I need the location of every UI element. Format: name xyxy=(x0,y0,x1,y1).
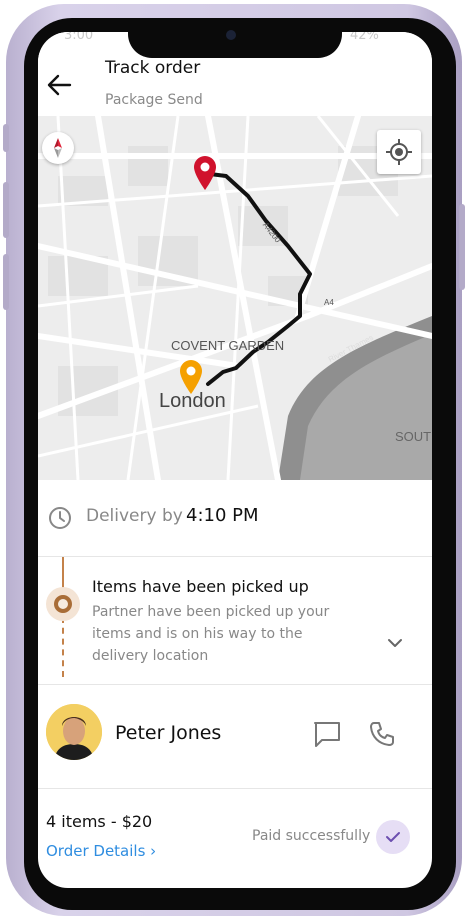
order-items-price: 4 items - $20 xyxy=(46,812,153,831)
delivery-estimate: Delivery by 4:10 PM xyxy=(38,480,432,557)
order-details-link[interactable]: Order Details › xyxy=(46,842,156,860)
compass-icon xyxy=(54,138,62,158)
page-title: Track order xyxy=(105,58,201,78)
edge-label: SOUT xyxy=(395,429,432,444)
volume-down-button xyxy=(3,254,9,310)
tracking-step[interactable]: Items have been picked up Partner have b… xyxy=(38,557,432,685)
clock-icon xyxy=(49,507,71,529)
timeline-dot xyxy=(46,587,80,621)
mute-switch xyxy=(3,124,9,152)
avatar xyxy=(46,704,102,760)
volume-up-button xyxy=(3,182,9,238)
chevron-down-icon[interactable] xyxy=(386,637,404,649)
message-icon[interactable] xyxy=(312,720,342,748)
status-battery: 42% xyxy=(350,32,379,43)
city-label: London xyxy=(159,390,226,412)
timeline-line xyxy=(62,557,64,589)
step-title: Items have been picked up xyxy=(92,577,309,596)
delivery-time: 4:10 PM xyxy=(186,505,259,526)
my-location-icon xyxy=(386,139,412,165)
notch xyxy=(128,18,342,58)
driver-card: Peter Jones xyxy=(38,684,432,789)
status-time: 3:00 xyxy=(64,32,94,43)
screen: 3:00 42% Track order Package Send COVENT… xyxy=(38,32,432,888)
timeline-dashed-line xyxy=(62,617,64,677)
driver-name: Peter Jones xyxy=(115,722,222,744)
road-label-a4: A4 xyxy=(324,298,334,307)
compass-button[interactable] xyxy=(42,132,74,164)
page-subtitle: Package Send xyxy=(105,92,203,108)
map-canvas xyxy=(38,116,432,480)
check-icon xyxy=(386,832,400,842)
order-summary: 4 items - $20 Order Details › Paid succe… xyxy=(38,788,432,888)
phone-icon[interactable] xyxy=(368,720,396,748)
map-view[interactable]: COVENT GARDEN London SOUT A4200 A4 River… xyxy=(38,116,432,480)
paid-check-badge xyxy=(376,820,410,854)
power-button xyxy=(459,204,465,290)
area-label: COVENT GARDEN xyxy=(171,338,285,353)
payment-status: Paid successfully xyxy=(252,828,371,844)
camera xyxy=(226,30,236,40)
delivery-label: Delivery by xyxy=(86,506,183,526)
step-description: Partner have been picked up your items a… xyxy=(92,604,330,664)
back-arrow-icon[interactable] xyxy=(44,70,74,100)
my-location-button[interactable] xyxy=(377,130,421,174)
